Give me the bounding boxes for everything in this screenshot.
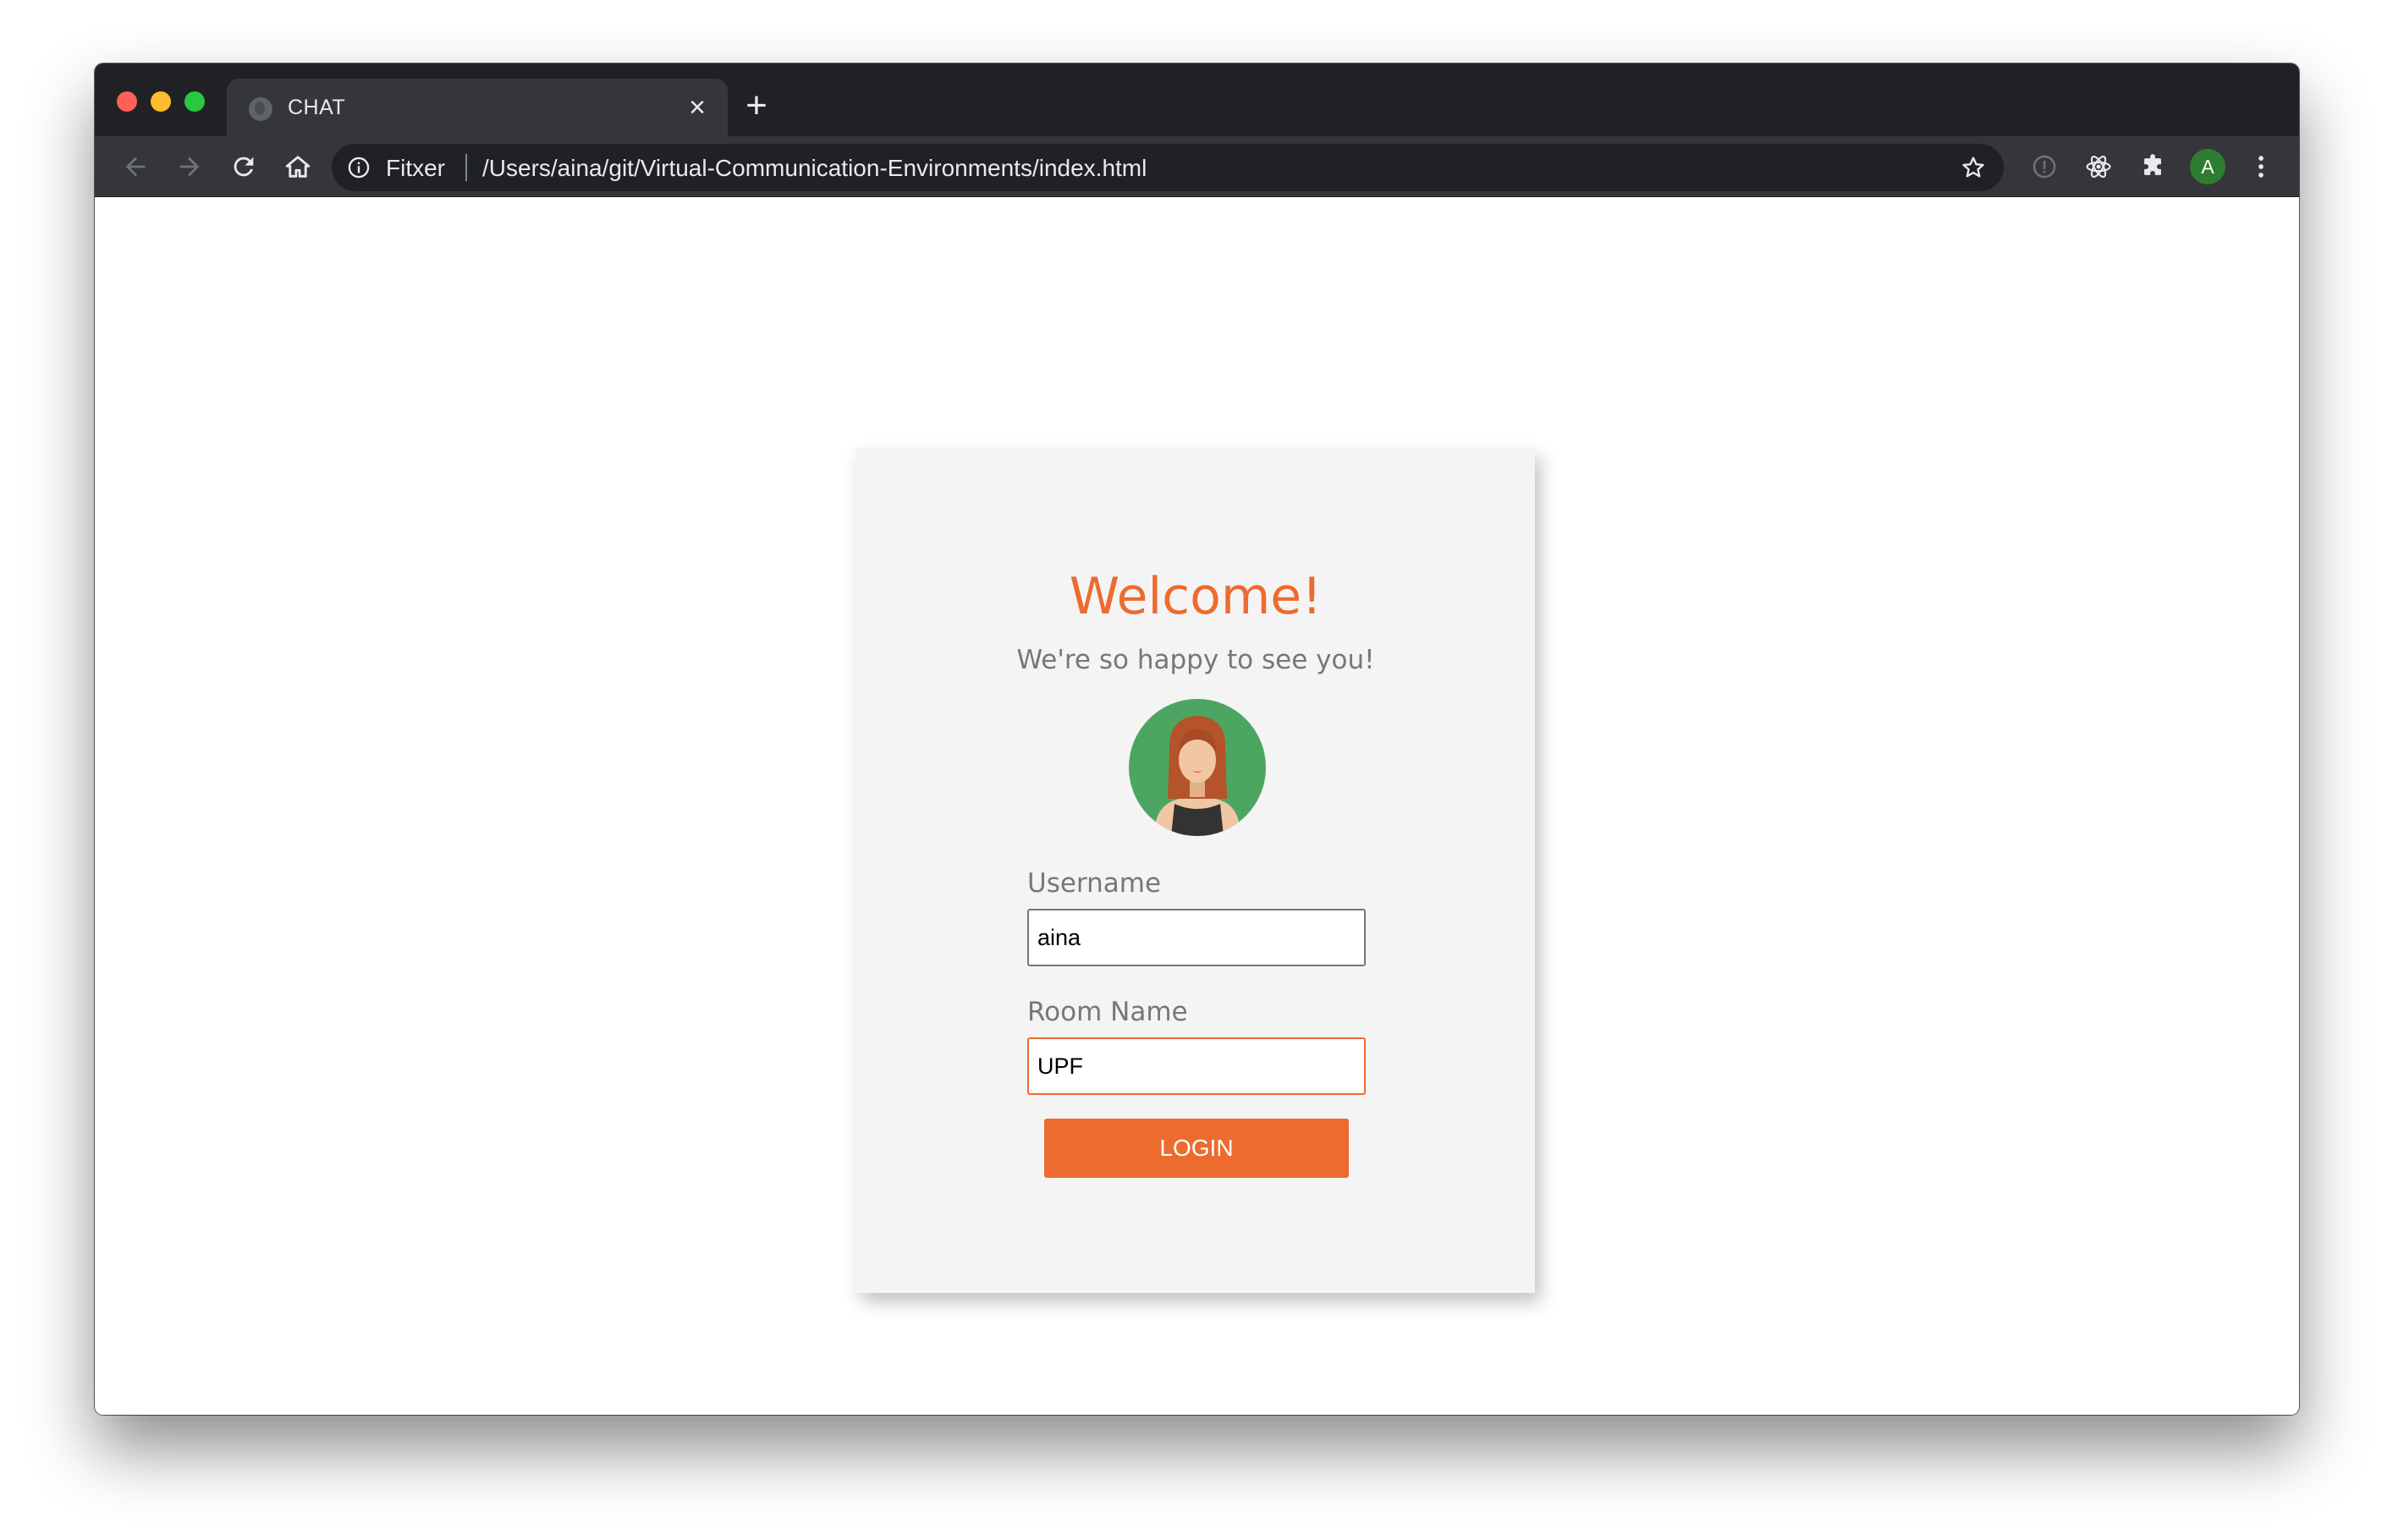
user-avatar-icon — [1129, 699, 1266, 836]
bookmark-star-icon[interactable] — [1960, 154, 1987, 181]
forward-arrow-icon[interactable] — [169, 146, 210, 187]
address-bar[interactable]: Fitxer /Users/aina/git/Virtual-Communica… — [332, 144, 2004, 191]
reload-icon[interactable] — [223, 146, 264, 187]
room-name-label: Room Name — [1027, 997, 1188, 1027]
minimize-window-button[interactable] — [151, 91, 171, 112]
site-label: Fitxer — [386, 155, 445, 181]
browser-toolbar: Fitxer /Users/aina/git/Virtual-Communica… — [95, 136, 2299, 197]
extensions-puzzle-icon[interactable] — [2132, 146, 2173, 187]
close-icon[interactable]: × — [680, 91, 714, 124]
extension-info-icon[interactable] — [2024, 146, 2065, 187]
tab-chat[interactable]: CHAT × — [227, 79, 728, 136]
tab-strip: CHAT × + — [95, 63, 2299, 136]
login-card: Welcome! We're so happy to see you! User… — [856, 448, 1535, 1293]
react-devtools-icon[interactable] — [2078, 146, 2119, 187]
info-icon[interactable] — [347, 156, 371, 179]
tab-title: CHAT — [288, 96, 346, 119]
globe-icon — [249, 97, 272, 121]
back-arrow-icon[interactable] — [115, 146, 156, 187]
username-input[interactable] — [1027, 909, 1366, 966]
username-label: Username — [1027, 868, 1162, 899]
welcome-subtitle: We're so happy to see you! — [1016, 645, 1375, 675]
page-content: Welcome! We're so happy to see you! User… — [95, 198, 2299, 1415]
maximize-window-button[interactable] — [184, 91, 205, 112]
browser-window: CHAT × + Fitxer /Users/aina/git/Virtual-… — [95, 63, 2299, 1415]
new-tab-icon[interactable]: + — [738, 87, 775, 126]
close-window-button[interactable] — [117, 91, 137, 112]
home-icon[interactable] — [278, 146, 318, 187]
welcome-title: Welcome! — [1069, 567, 1323, 626]
more-menu-icon[interactable] — [2241, 146, 2281, 187]
login-button[interactable]: LOGIN — [1044, 1119, 1349, 1178]
room-name-input[interactable] — [1027, 1037, 1366, 1095]
url-text[interactable]: /Users/aina/git/Virtual-Communication-En… — [482, 155, 1147, 182]
omnibox-divider — [465, 154, 467, 181]
profile-avatar[interactable]: A — [2190, 149, 2225, 184]
